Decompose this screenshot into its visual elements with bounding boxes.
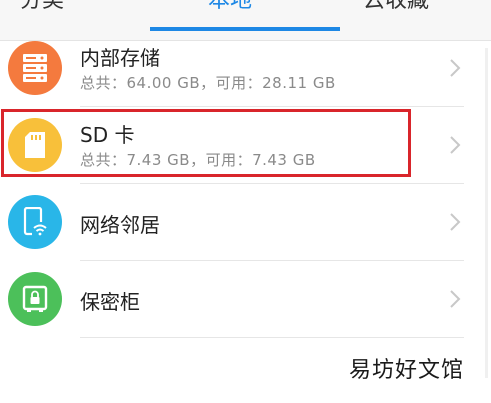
item-subtitle: 总共：64.00 GB，可用：28.11 GB: [80, 74, 336, 92]
list-item-safe-box[interactable]: 保密柜: [0, 261, 491, 338]
divider: [80, 337, 464, 338]
phone-wifi-icon: [8, 195, 62, 249]
item-title: 内部存储: [80, 46, 160, 70]
tab-cloud-favorites[interactable]: 云收藏: [363, 0, 429, 16]
list-item-sd-card[interactable]: SD 卡 总共：7.43 GB，可用：7.43 GB: [0, 107, 491, 184]
storage-list: 内部存储 总共：64.00 GB，可用：28.11 GB SD 卡 总共：7.4…: [0, 30, 491, 338]
tab-local[interactable]: 本地: [208, 0, 252, 16]
item-subtitle: 总共：7.43 GB，可用：7.43 GB: [80, 151, 316, 169]
list-item-internal-storage[interactable]: 内部存储 总共：64.00 GB，可用：28.11 GB: [0, 30, 491, 107]
sd-card-icon: [8, 118, 62, 172]
chevron-right-icon: [450, 290, 461, 308]
item-title: SD 卡: [80, 123, 135, 147]
chevron-right-icon: [450, 59, 461, 77]
safe-lock-icon: [8, 272, 62, 326]
list-item-network-neighborhood[interactable]: 网络邻居: [0, 184, 491, 261]
tab-categories[interactable]: 分类: [20, 0, 64, 16]
item-title: 保密柜: [80, 290, 140, 314]
chevron-right-icon: [450, 213, 461, 231]
chevron-right-icon: [450, 136, 461, 154]
file-manager-screen: 分类 本地 云收藏 内部存储 总共：64.00 GB，可用：28.11 GB S…: [0, 0, 491, 403]
item-title: 网络邻居: [80, 213, 160, 237]
watermark-text: 易坊好文馆: [348, 358, 464, 383]
scrollbar: [485, 48, 488, 378]
storage-server-icon: [8, 41, 62, 95]
